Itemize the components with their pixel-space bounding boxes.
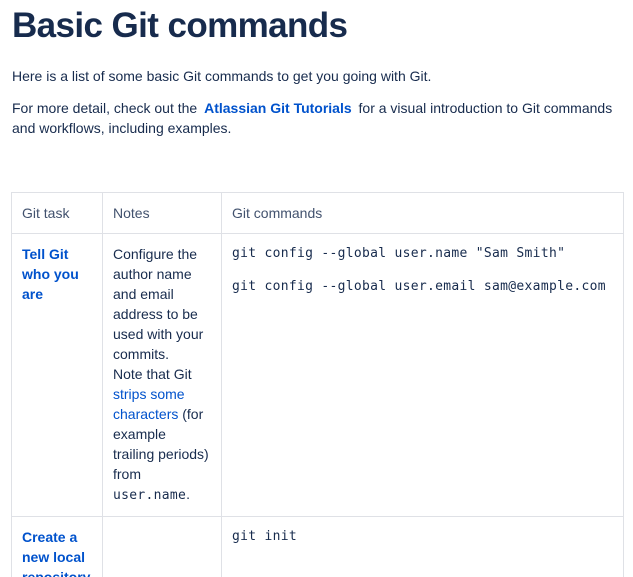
git-commands-page: Basic Git commands Here is a list of som…	[0, 0, 633, 577]
notes-text: Configure the author name and email addr…	[113, 246, 204, 362]
detail-paragraph: For more detail, check out the Atlassian…	[12, 98, 617, 138]
notes-cell	[102, 516, 222, 577]
header-git-commands: Git commands	[221, 192, 624, 234]
table-row: Tell Git who you are Configure the autho…	[11, 233, 624, 517]
git-command: git config --global user.name "Sam Smith…	[232, 246, 566, 261]
header-notes: Notes	[102, 192, 222, 234]
notes-text: Note that Git	[113, 366, 192, 382]
git-command: git config --global user.email sam@examp…	[232, 279, 606, 294]
table-row: Create a new local repository git init	[11, 516, 624, 577]
task-cell: Tell Git who you are	[11, 233, 103, 517]
task-cell: Create a new local repository	[11, 516, 103, 577]
commands-cell: git init	[221, 516, 624, 577]
header-git-task: Git task	[11, 192, 103, 234]
commands-cell: git config --global user.name "Sam Smith…	[221, 233, 624, 517]
inline-code: user.name	[113, 488, 187, 503]
strips-characters-link[interactable]: strips some characters	[113, 386, 185, 422]
page-title: Basic Git commands	[12, 6, 348, 45]
git-command: git init	[232, 529, 298, 544]
intro-paragraph: Here is a list of some basic Git command…	[12, 68, 432, 84]
notes-text: .	[186, 486, 191, 502]
detail-text-before: For more detail, check out the	[12, 100, 198, 116]
table-header-row: Git task Notes Git commands	[11, 192, 624, 234]
atlassian-git-tutorials-link[interactable]: Atlassian Git Tutorials	[201, 100, 355, 116]
git-commands-table: Git task Notes Git commands Tell Git who…	[11, 192, 624, 577]
notes-cell: Configure the author name and email addr…	[102, 233, 222, 517]
